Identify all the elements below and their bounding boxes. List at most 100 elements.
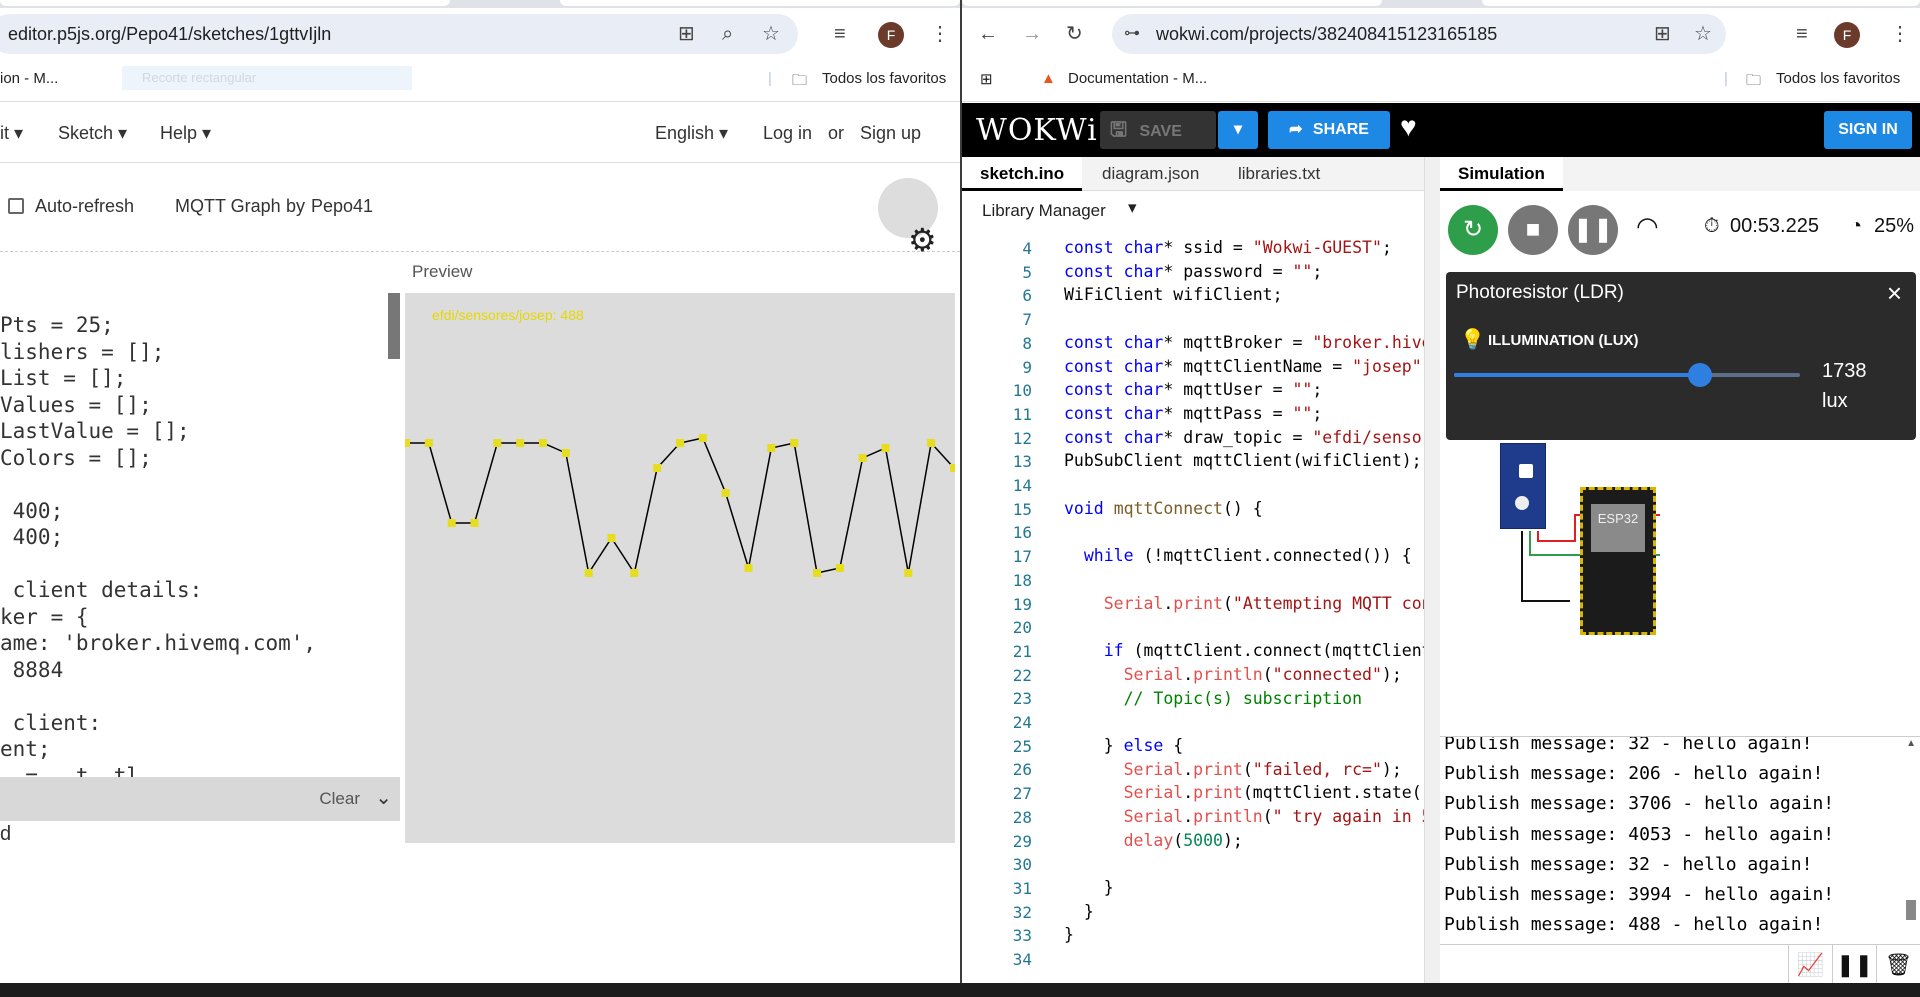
login-link[interactable]: Log in <box>763 123 812 144</box>
gear-icon: ⚙ <box>908 222 937 258</box>
omnibox[interactable]: ⊶ wokwi.com/projects/382408415123165185 … <box>1112 14 1726 54</box>
line-number: 7 <box>1022 310 1032 330</box>
profile-avatar[interactable]: F <box>1834 22 1860 48</box>
browser-tab[interactable] <box>560 0 960 6</box>
browser-tab[interactable] <box>0 0 450 6</box>
code-line: Serial.print("failed, rc="); <box>1123 759 1402 779</box>
all-bookmarks[interactable]: Todos los favoritos <box>822 70 946 87</box>
menu-kebab-icon[interactable]: ⋮ <box>1890 14 1910 54</box>
media-control-icon[interactable]: ≡ <box>1796 14 1808 54</box>
trash-icon[interactable]: 🗑 <box>1876 945 1920 985</box>
zoom-icon[interactable]: ⌕ <box>722 14 733 54</box>
tab-diagram-json[interactable]: diagram.json <box>1084 157 1217 191</box>
reload-icon[interactable]: ↻ <box>1066 14 1083 54</box>
url-text[interactable]: wokwi.com/projects/382408415123165185 <box>1156 14 1497 54</box>
preview-canvas[interactable]: efdi/sensores/josep: 488 <box>405 293 955 843</box>
plotter-icon[interactable]: 📈 <box>1788 945 1832 985</box>
wokwi-header: WOKWi 🖫 SAVE ▾ ➦ SHARE ♥ SIGN IN <box>962 103 1920 157</box>
url-text[interactable]: editor.p5js.org/Pepo41/sketches/1gttvIjl… <box>8 14 331 54</box>
esp32-board[interactable]: ESP32 <box>1580 487 1656 635</box>
tab-sketch-ino[interactable]: sketch.ino <box>962 157 1083 191</box>
pane-splitter[interactable] <box>1424 157 1440 997</box>
site-info-icon[interactable]: ⊶ <box>1124 14 1140 54</box>
heart-icon[interactable]: ♥ <box>1400 111 1417 143</box>
close-icon[interactable]: × <box>1887 278 1902 309</box>
library-manager-dropdown[interactable]: Library Manager ▾ <box>962 192 1440 228</box>
share-button[interactable]: ➦ SHARE <box>1268 111 1390 149</box>
menu-sketch[interactable]: Sketch ▾ <box>58 123 127 144</box>
code-line: } <box>1064 925 1074 945</box>
code-line: Colors = []; <box>0 445 152 470</box>
auto-refresh-checkbox[interactable] <box>8 198 24 214</box>
code-line: client details: <box>0 578 203 602</box>
signup-link[interactable]: Sign up <box>860 123 921 144</box>
menu-edit-label: it <box>0 123 9 143</box>
chevron-down-icon[interactable]: ⌄ <box>375 785 392 810</box>
bookmark-item[interactable]: ion - M... <box>0 70 58 87</box>
profile-avatar[interactable]: F <box>878 22 904 48</box>
line-number: 8 <box>1022 333 1032 353</box>
line-number: 18 <box>1012 570 1032 590</box>
translate-icon[interactable]: ⊞ <box>1654 14 1671 54</box>
forward-icon[interactable]: → <box>1022 14 1042 54</box>
illumination-slider-track[interactable] <box>1454 363 1800 387</box>
signin-button[interactable]: SIGN IN <box>1824 111 1912 149</box>
translate-icon[interactable]: ⊞ <box>678 14 695 54</box>
p5-menu-bar: it ▾ Sketch ▾ Help ▾ English ▾ Log in or… <box>0 103 960 163</box>
or-text: or <box>828 123 845 143</box>
serial-scrollbar[interactable] <box>1906 900 1916 920</box>
serial-monitor[interactable]: Publish message: 32 - hello again! Publis… <box>1440 736 1920 944</box>
pause-icon[interactable]: ❚❚ <box>1832 945 1876 985</box>
line-number: 4 <box>1022 239 1032 258</box>
settings-gear-button[interactable]: ⚙ <box>878 178 938 258</box>
menu-edit[interactable]: it ▾ <box>0 123 23 144</box>
wokwi-code-editor[interactable]: 4 5 6 7 8 9 10 11 12 13 14 15 16 17 18 19 20 21 22 23 24 25 26… <box>962 228 1424 997</box>
back-icon[interactable]: ← <box>978 14 998 54</box>
console-output: d <box>0 821 400 941</box>
code-line: lishers = []; <box>0 339 165 364</box>
wifi-icon: ◠ <box>1636 211 1659 241</box>
data-point <box>584 569 593 577</box>
line-number: 31 <box>1012 878 1032 898</box>
code-line: const char* password = ""; <box>1064 261 1323 281</box>
tab-strip <box>0 0 960 8</box>
illumination-slider-handle[interactable] <box>1687 363 1712 387</box>
language-select[interactable]: English ▾ <box>655 123 728 144</box>
speed-gauge-icon: ◔ <box>1850 215 1863 237</box>
preview-label: Preview <box>412 262 473 281</box>
stop-button[interactable]: ■ <box>1508 205 1558 255</box>
bookmark-item[interactable]: Documentation - M... <box>1068 70 1207 87</box>
apps-grid-icon[interactable]: ⊞ <box>980 70 993 88</box>
sketch-name[interactable]: MQTT Graph <box>175 196 281 217</box>
pause-button[interactable]: ❚❚ <box>1568 205 1618 255</box>
save-dropdown-button[interactable]: ▾ <box>1218 111 1258 149</box>
media-control-icon[interactable]: ≡ <box>834 14 846 54</box>
wokwi-logo[interactable]: WOKWi <box>976 113 1098 148</box>
scroll-up-arrow[interactable]: ▲ <box>1906 738 1916 749</box>
tab-simulation[interactable]: Simulation <box>1440 157 1563 191</box>
browser-tab[interactable] <box>1482 0 1920 6</box>
all-bookmarks[interactable]: Todos los favoritos <box>1776 70 1900 87</box>
menu-kebab-icon[interactable]: ⋮ <box>930 14 950 54</box>
restart-button[interactable]: ↻ <box>1448 205 1498 255</box>
browser-tab[interactable] <box>962 0 1382 6</box>
code-editor[interactable]: Pts = 25; lishers = []; List = []; Values =… <box>0 293 400 777</box>
tab-libraries-txt[interactable]: libraries.txt <box>1220 157 1338 191</box>
console-clear-button[interactable]: Clear <box>319 789 360 809</box>
menu-help[interactable]: Help ▾ <box>160 123 211 144</box>
bookmark-star-icon[interactable]: ☆ <box>762 14 780 54</box>
bookmark-separator: | <box>768 70 772 87</box>
data-point <box>493 439 502 447</box>
bookmark-star-icon[interactable]: ☆ <box>1694 14 1712 54</box>
serial-line: Publish message: 3706 - hello again! <box>1444 793 1835 815</box>
simulation-canvas[interactable]: ↻ ■ ❚❚ ◠ ⏱ 00:53.225 ◔ 25% Photoresistor… <box>1440 191 1920 736</box>
author-name[interactable]: Pepo41 <box>311 196 373 217</box>
address-bar: editor.p5js.org/Pepo41/sketches/1gttvIjl… <box>0 8 960 60</box>
save-button[interactable]: 🖫 SAVE <box>1100 111 1216 149</box>
code-line: const char* mqttClientName = "josep"; / <box>1064 356 1424 376</box>
data-point <box>630 569 639 577</box>
editor-scrollbar[interactable] <box>388 293 400 359</box>
line-number: 11 <box>1012 404 1032 424</box>
sim-speed: 25% <box>1874 215 1915 237</box>
omnibox[interactable]: editor.p5js.org/Pepo41/sketches/1gttvIjl… <box>0 14 798 54</box>
